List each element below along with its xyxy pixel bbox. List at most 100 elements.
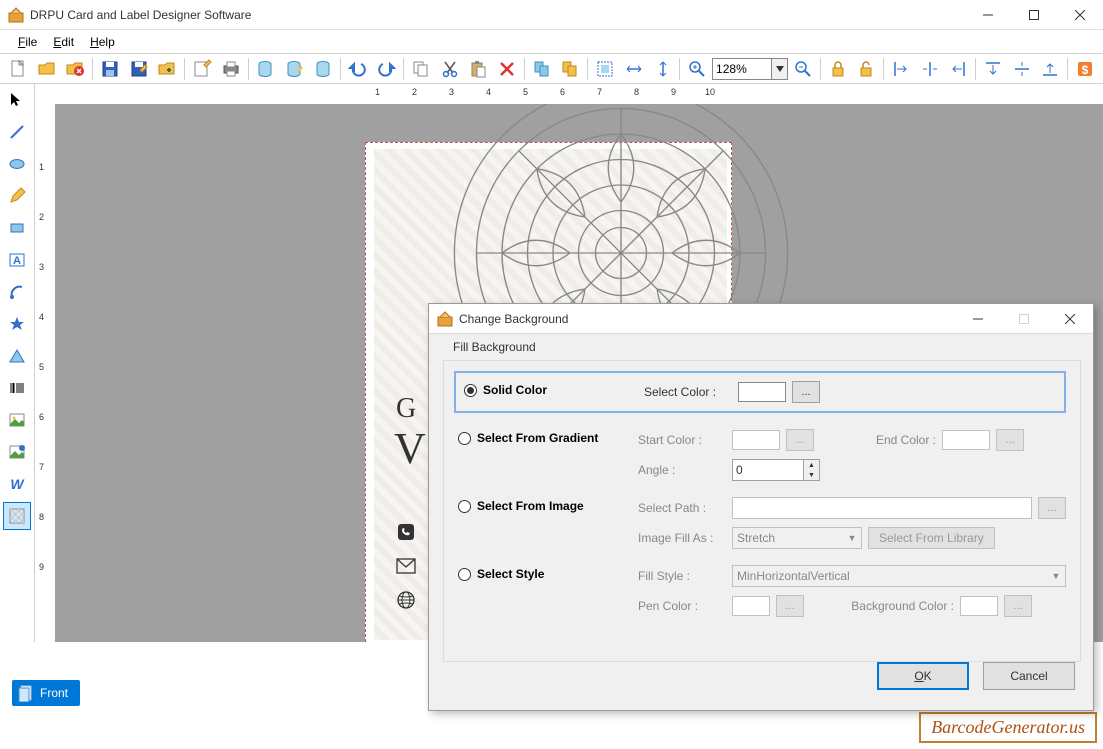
image-tool[interactable] [3,406,31,434]
zoom-out-icon[interactable] [789,56,817,82]
open-folder-icon[interactable] [154,56,182,82]
align-center-v-icon[interactable] [1008,56,1036,82]
fit-width-icon[interactable] [620,56,648,82]
background-tool[interactable] [3,502,31,530]
page-icon [18,684,36,702]
fit-height-icon[interactable] [649,56,677,82]
database-link-icon[interactable] [309,56,337,82]
dialog-maximize-button [1001,304,1047,334]
star-tool[interactable] [3,310,31,338]
edit-icon[interactable] [188,56,216,82]
solid-color-row: Solid Color Select Color : ... [454,371,1066,413]
watermark: BarcodeGenerator.us [919,712,1097,743]
menu-help[interactable]: Help [82,33,123,51]
wordart-tool[interactable]: W [3,470,31,498]
paste-icon[interactable] [464,56,492,82]
ok-button[interactable]: OK [877,662,969,690]
app-title: DRPU Card and Label Designer Software [30,8,965,22]
minimize-button[interactable] [965,0,1011,30]
path-browse: ... [1038,497,1066,519]
radio-solid-color[interactable] [464,384,477,397]
text-tool[interactable]: A [3,246,31,274]
triangle-tool[interactable] [3,342,31,370]
end-color-swatch [942,430,990,450]
database-edit-icon[interactable] [280,56,308,82]
select-all-icon[interactable] [591,56,619,82]
start-color-browse: ... [786,429,814,451]
close-button[interactable] [1057,0,1103,30]
card-text-partial: G [396,393,416,425]
dialog-buttons: OK Cancel [443,662,1081,690]
line-tool[interactable] [3,118,31,146]
dialog-icon [437,311,453,327]
gradient-row: Select From Gradient Start Color : ... E… [458,429,1066,481]
end-color-label: End Color : [866,433,936,447]
price-icon[interactable]: $ [1071,56,1099,82]
menu-file[interactable]: File [10,33,45,51]
angle-label: Angle : [638,463,726,477]
menu-edit[interactable]: Edit [45,33,82,51]
svg-text:$: $ [1082,63,1089,77]
menu-bar: File Edit Help [0,30,1103,54]
pencil-tool[interactable] [3,182,31,210]
horizontal-ruler: 1 2 3 4 5 6 7 8 9 10 [55,84,1103,104]
radio-image[interactable] [458,500,471,513]
radio-gradient[interactable] [458,432,471,445]
pointer-tool[interactable] [3,86,31,114]
dialog-close-button[interactable] [1047,304,1093,334]
fill-style-combo: MinHorizontalVertical▼ [732,565,1066,587]
zoom-value[interactable]: 128% [712,58,772,80]
rectangle-tool[interactable] [3,214,31,242]
select-from-library-button: Select From Library [868,527,995,549]
align-top-icon[interactable] [979,56,1007,82]
tool-palette: A W [0,84,35,642]
new-icon[interactable] [4,56,32,82]
zoom-dropdown[interactable] [772,58,788,80]
undo-icon[interactable] [344,56,372,82]
svg-text:A: A [13,255,21,267]
tab-front[interactable]: Front [12,680,80,706]
align-center-h-icon[interactable] [916,56,944,82]
style-row: Select Style Fill Style : MinHorizontalV… [458,565,1066,617]
zoom-combo[interactable]: 128% [712,58,788,80]
print-icon[interactable] [217,56,245,82]
zoom-in-icon[interactable] [683,56,711,82]
globe-icon [396,590,416,610]
align-bottom-icon[interactable] [1037,56,1065,82]
duplicate-icon[interactable] [528,56,556,82]
pen-color-browse: ... [776,595,804,617]
cut-icon[interactable] [436,56,464,82]
ellipse-tool[interactable] [3,150,31,178]
save-as-icon[interactable] [125,56,153,82]
maximize-button[interactable] [1011,0,1057,30]
barcode-tool[interactable] [3,374,31,402]
open-icon[interactable] [33,56,61,82]
cancel-button[interactable]: Cancel [983,662,1075,690]
solid-color-swatch[interactable] [738,382,786,402]
fill-background-label: Fill Background [443,340,1081,354]
arc-tool[interactable] [3,278,31,306]
save-icon[interactable] [96,56,124,82]
dialog-minimize-button[interactable] [955,304,1001,334]
close-file-icon[interactable] [61,56,89,82]
delete-icon[interactable] [493,56,521,82]
database-icon[interactable] [252,56,280,82]
bg-color-label: Background Color : [834,599,954,613]
redo-icon[interactable] [372,56,400,82]
solid-color-browse[interactable]: ... [792,381,820,403]
image-label: Select From Image [477,499,584,513]
dialog-title-bar: Change Background [429,304,1093,334]
copy-icon[interactable] [407,56,435,82]
radio-style[interactable] [458,568,471,581]
library-image-tool[interactable] [3,438,31,466]
align-left-icon[interactable] [887,56,915,82]
dialog-body: Fill Background Solid Color Select Color… [429,334,1093,700]
lock-icon[interactable] [824,56,852,82]
bg-color-browse: ... [1004,595,1032,617]
unlock-icon[interactable] [852,56,880,82]
clone-icon[interactable] [557,56,585,82]
style-label: Select Style [477,567,544,581]
align-right-icon[interactable] [945,56,973,82]
image-fill-combo: Stretch▼ [732,527,862,549]
phone-icon [396,522,416,542]
